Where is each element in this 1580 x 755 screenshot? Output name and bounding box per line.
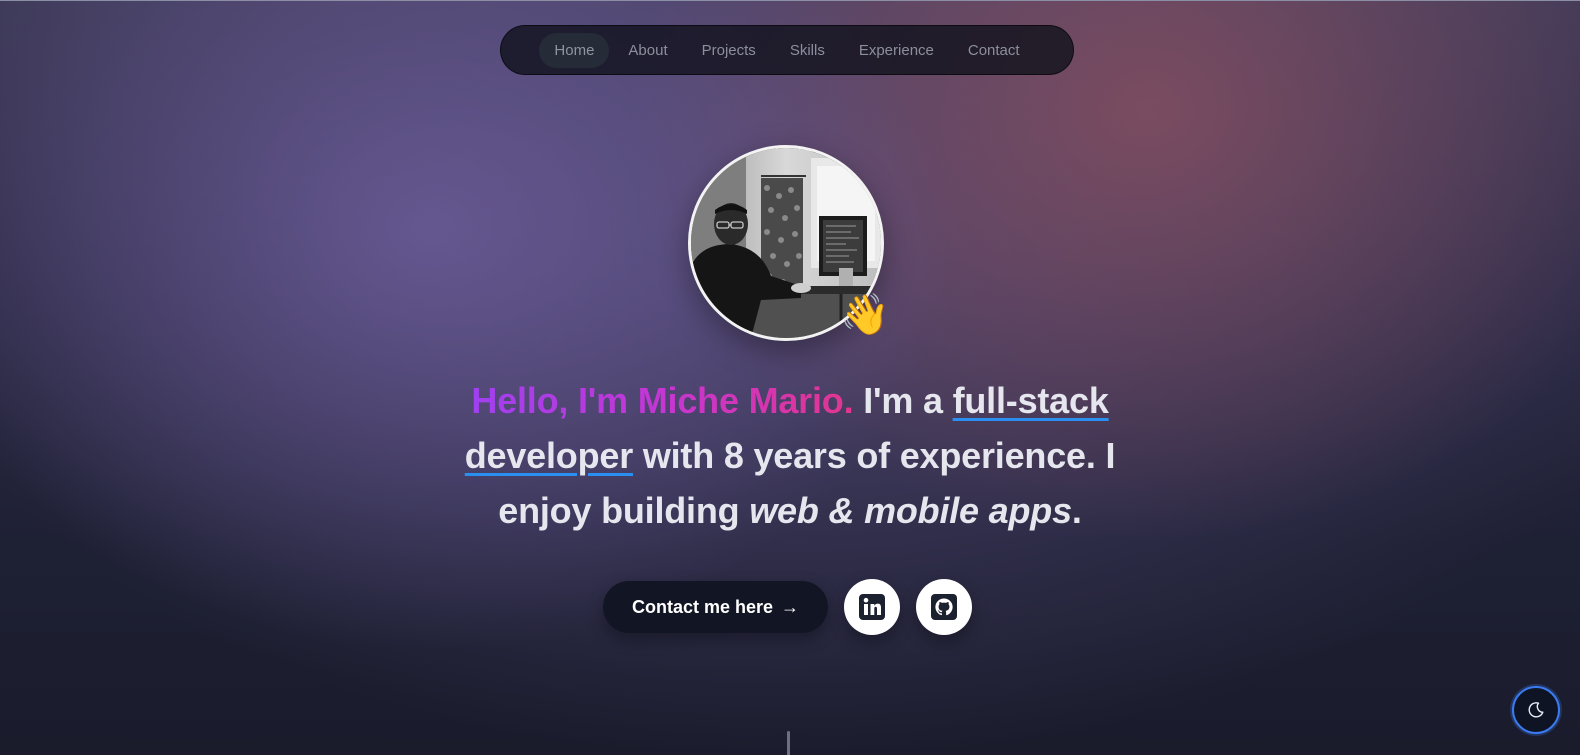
hero-end: . — [1071, 490, 1082, 531]
arrow-right-icon: → — [781, 596, 800, 617]
nav-item-experience[interactable]: Experience — [844, 33, 949, 68]
github-icon — [931, 594, 957, 620]
github-button[interactable] — [916, 579, 972, 635]
theme-toggle-button[interactable] — [1512, 686, 1560, 734]
scroll-indicator — [787, 731, 790, 755]
moon-icon — [1528, 702, 1544, 718]
avatar-container: 👋 — [688, 145, 890, 345]
hero-role-fullstack: full-stack — [952, 380, 1109, 421]
linkedin-icon — [859, 594, 885, 620]
nav-item-about[interactable]: About — [613, 33, 682, 68]
hero-greeting: Hello, I'm Miche Mario. — [471, 380, 854, 421]
hero-role-developer: developer — [464, 435, 634, 476]
nav-item-contact[interactable]: Contact — [953, 33, 1035, 68]
nav-item-home[interactable]: Home — [539, 32, 610, 68]
waving-hand-icon: 👋 — [840, 293, 890, 337]
main-nav: Home About Projects Skills Experience Co… — [500, 25, 1074, 75]
hero-highlight: web & mobile apps — [749, 490, 1072, 531]
top-border — [0, 0, 1580, 1]
contact-button-label: Contact me here — [631, 596, 774, 617]
hero-text-1: I'm a — [853, 380, 953, 421]
nav-item-projects[interactable]: Projects — [687, 33, 771, 68]
hero-headline: Hello, I'm Miche Mario. I'm a full-stack… — [435, 373, 1145, 538]
contact-button[interactable]: Contact me here → — [603, 581, 828, 633]
linkedin-button[interactable] — [844, 579, 900, 635]
nav-item-skills[interactable]: Skills — [775, 33, 840, 68]
